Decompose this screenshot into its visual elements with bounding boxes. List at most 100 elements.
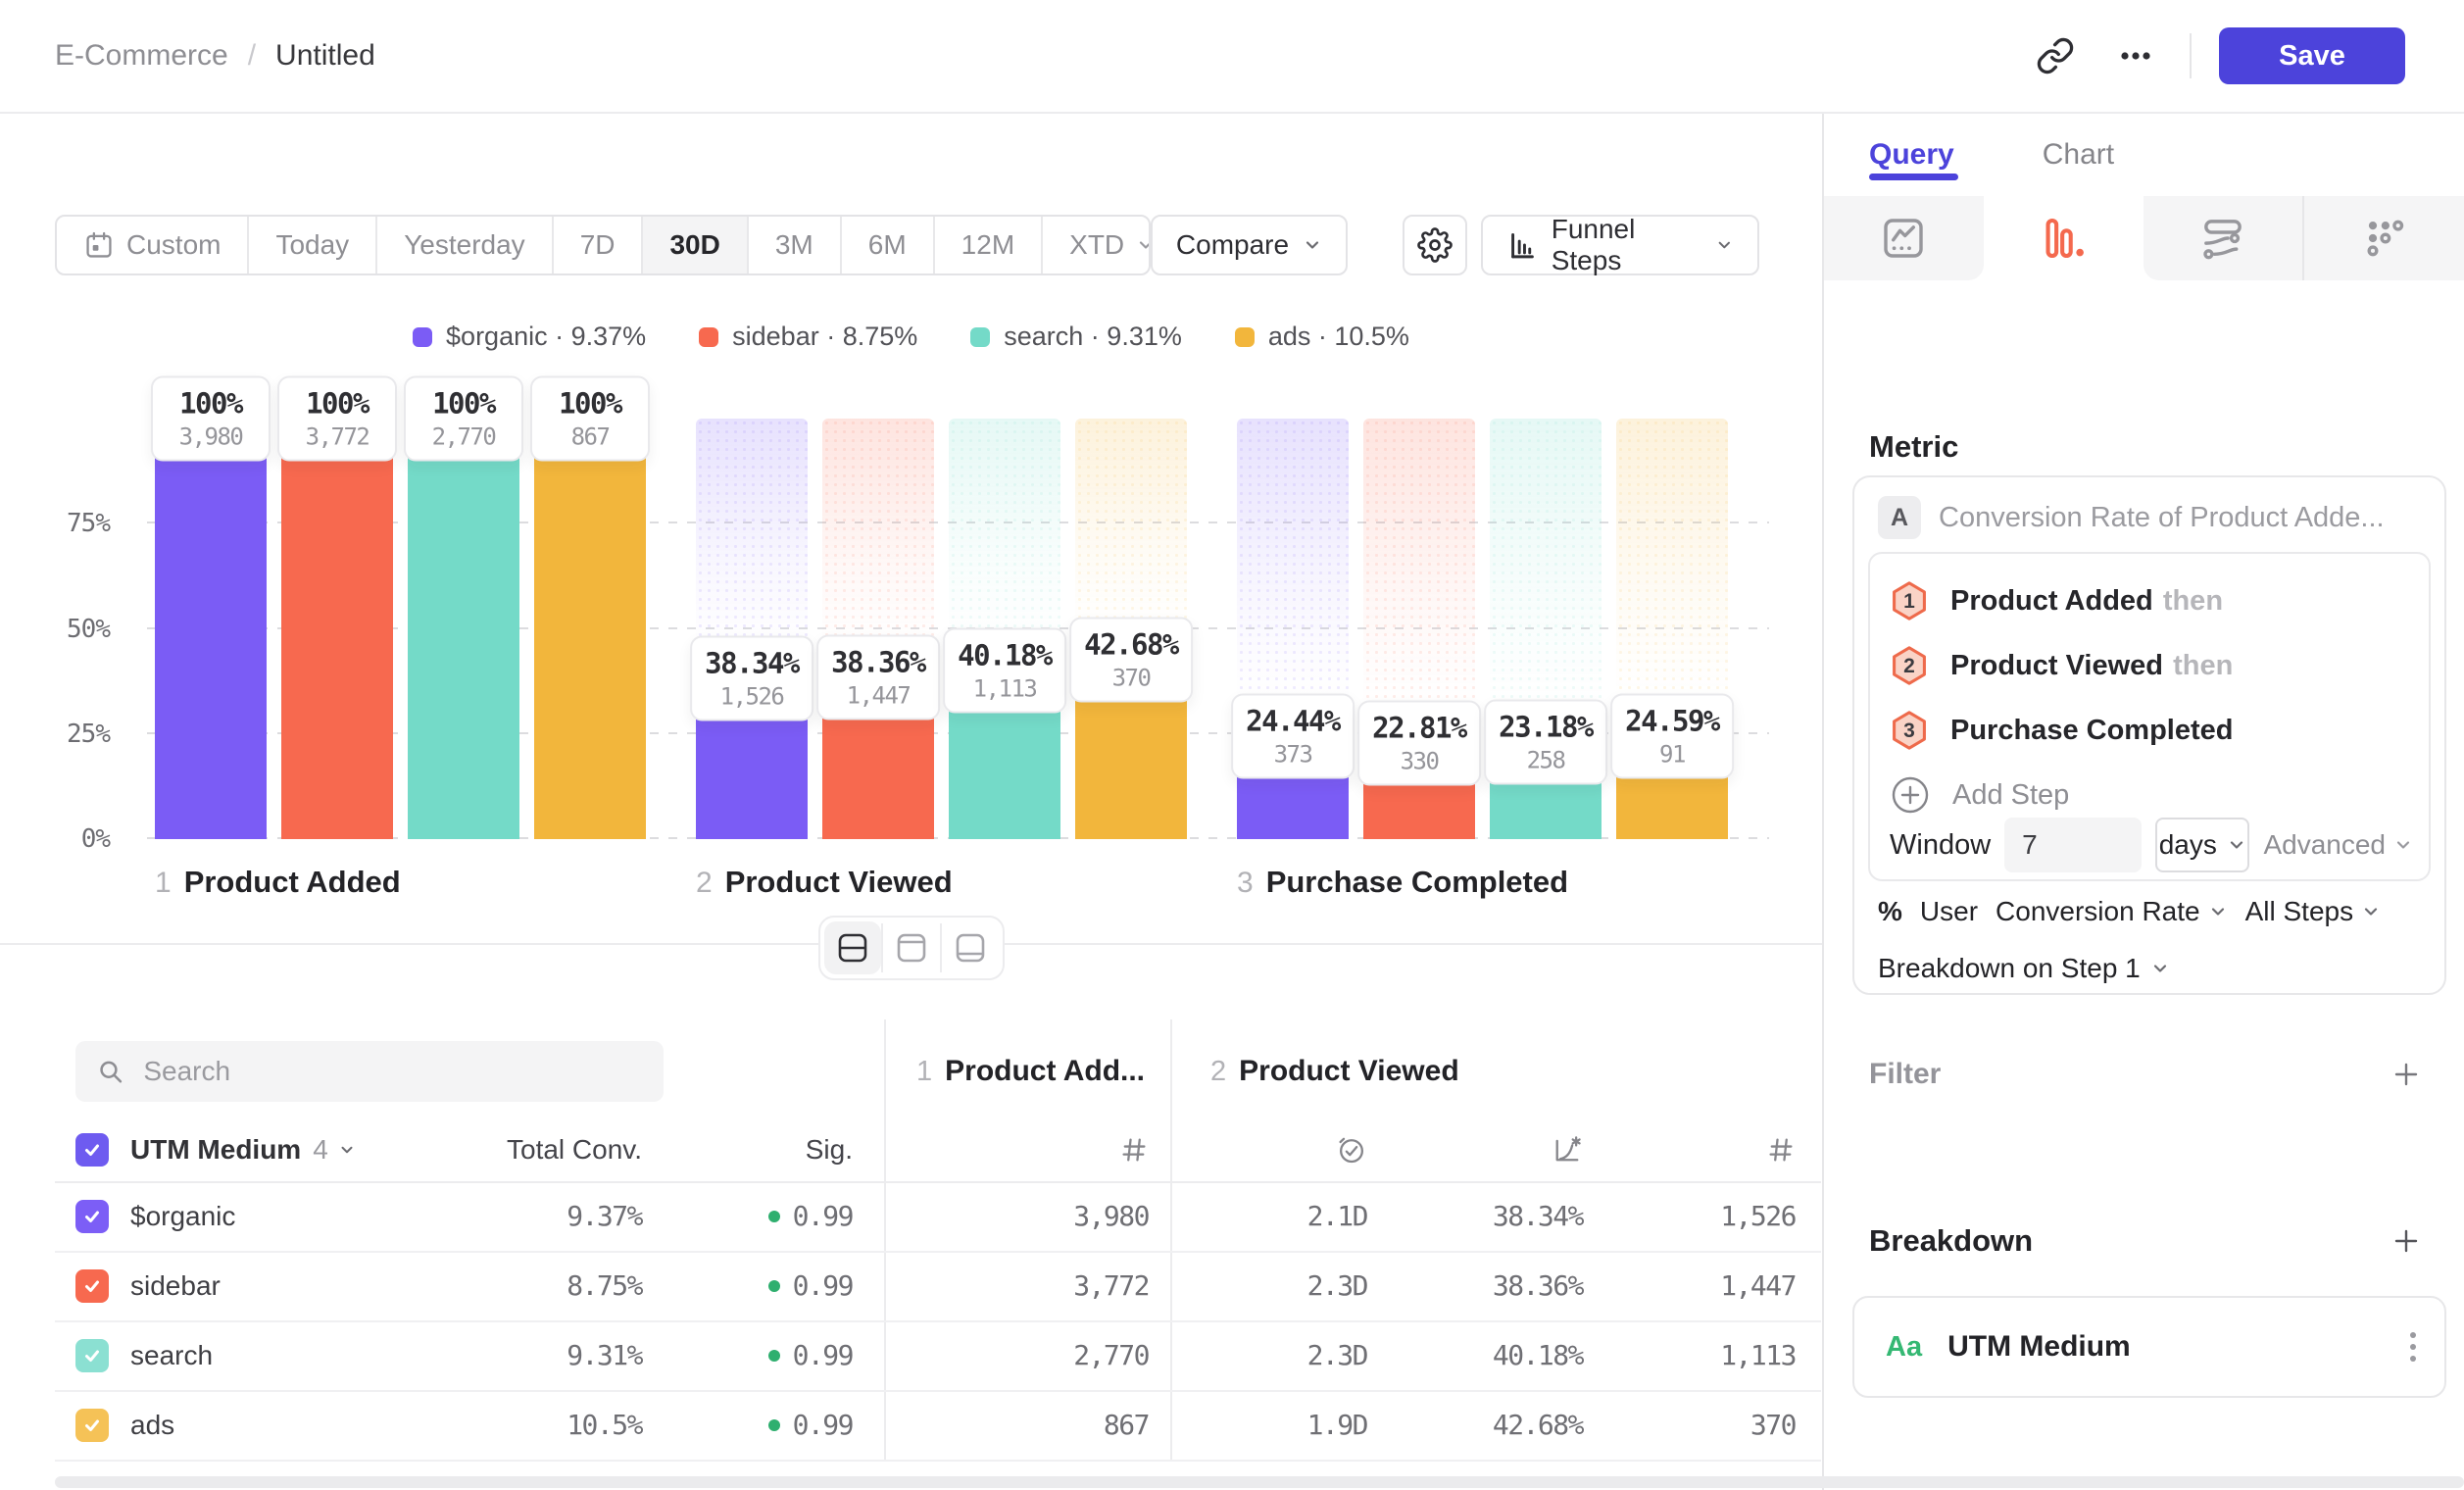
- value-label: 22.81%330: [1357, 701, 1481, 786]
- measure-entity[interactable]: User: [1920, 896, 1978, 927]
- legend-item-search[interactable]: search · 9.31%: [970, 322, 1182, 352]
- table-row-search: search9.31%0.992,7702.3D40.18%1,113: [55, 1320, 1821, 1392]
- funnel-icon: [2040, 215, 2087, 262]
- chevron-down-icon: [2150, 959, 2170, 978]
- total-conv-value: 9.31%: [505, 1339, 642, 1371]
- bar-organic-step1[interactable]: [155, 419, 267, 839]
- window-value-input[interactable]: [2004, 818, 2142, 872]
- row-label-cell: ads: [55, 1409, 505, 1442]
- conv-rate-column-header[interactable]: [1367, 1134, 1583, 1166]
- breakdown-table: 1 Product Add... 2 Product Viewed UTM Me…: [55, 1019, 1821, 1460]
- breakdown-item[interactable]: Aa UTM Medium: [1852, 1296, 2446, 1398]
- search-icon: [97, 1057, 123, 1086]
- layout-chart-button[interactable]: [883, 921, 940, 974]
- breadcrumb-project[interactable]: E-Commerce: [55, 39, 228, 73]
- measure-type-selector[interactable]: Conversion Rate: [1996, 896, 2228, 927]
- measure-row: % User Conversion Rate All Steps: [1878, 890, 2421, 933]
- legend-item-sidebar[interactable]: sidebar · 8.75%: [699, 322, 917, 352]
- chart-type-retention[interactable]: [2302, 196, 2464, 280]
- step-name: Product Added: [184, 865, 401, 900]
- report-title[interactable]: Untitled: [275, 39, 375, 73]
- query-step-2[interactable]: 2Product Viewed then: [1890, 634, 2409, 697]
- funnel-step-group-1: 100%3,980100%3,772100%2,770100%867: [155, 419, 646, 839]
- layout-table-button[interactable]: [942, 921, 999, 974]
- bar-slot: 22.81%330: [1363, 419, 1475, 839]
- chart-type-funnel[interactable]: [1984, 196, 2144, 280]
- range-7d[interactable]: 7D: [554, 217, 644, 273]
- step-label-1: 1Product Added: [155, 865, 401, 900]
- query-step-1[interactable]: 1Product Added then: [1890, 570, 2409, 632]
- bar-ads-step1[interactable]: [534, 419, 646, 839]
- range-today[interactable]: Today: [249, 217, 377, 273]
- range-6m[interactable]: 6M: [842, 217, 935, 273]
- range-30d[interactable]: 30D: [643, 217, 748, 273]
- step2-count: 1,526: [1583, 1200, 1796, 1232]
- layout-toggle-group: [818, 916, 1005, 980]
- row-checkbox[interactable]: [75, 1409, 109, 1442]
- step-name: Product Viewed: [1239, 1055, 1459, 1088]
- advanced-label: Advanced: [2263, 829, 2386, 861]
- value-label: 42.68%370: [1069, 618, 1193, 703]
- add-filter-icon[interactable]: [2391, 1060, 2421, 1089]
- avg-time-icon: [1336, 1134, 1367, 1166]
- chart-type-insights[interactable]: [1824, 196, 1984, 280]
- query-step-3[interactable]: 3Purchase Completed: [1890, 699, 2409, 762]
- range-12m[interactable]: 12M: [935, 217, 1043, 273]
- compare-button[interactable]: Compare: [1151, 215, 1348, 275]
- sig-header[interactable]: Sig.: [642, 1134, 853, 1166]
- step-name: Purchase Completed: [1266, 865, 1568, 900]
- legend-item-organic[interactable]: $organic · 9.37%: [413, 322, 646, 352]
- share-link-button[interactable]: [2029, 29, 2082, 82]
- breakdown-heading: Breakdown: [1869, 1223, 2033, 1259]
- save-button[interactable]: Save: [2219, 27, 2405, 84]
- range-yesterday[interactable]: Yesterday: [377, 217, 554, 273]
- metric-header[interactable]: A Conversion Rate of Product Adde...: [1878, 495, 2421, 540]
- conversion-pct: 100%: [166, 387, 256, 421]
- tab-query[interactable]: Query: [1869, 114, 1954, 196]
- tab-chart[interactable]: Chart: [2043, 114, 2114, 196]
- link-icon: [2036, 36, 2075, 75]
- funnel-steps-icon: [1506, 228, 1538, 262]
- bar-slot: 23.18%258: [1490, 419, 1602, 839]
- advanced-toggle[interactable]: Advanced: [2263, 829, 2413, 861]
- topbar-actions: Save: [2029, 0, 2405, 112]
- total-conv-header[interactable]: Total Conv.: [505, 1134, 642, 1166]
- row-checkbox[interactable]: [75, 1339, 109, 1372]
- ghost-bar-search: [1490, 419, 1602, 742]
- chart-settings-button[interactable]: [1403, 215, 1467, 275]
- group-by-label[interactable]: UTM Medium: [130, 1134, 301, 1166]
- breadcrumb-separator: /: [248, 39, 256, 73]
- select-all-checkbox[interactable]: [75, 1133, 109, 1167]
- kebab-menu-icon[interactable]: [2407, 1327, 2419, 1366]
- window-unit-selector[interactable]: days: [2155, 818, 2249, 872]
- breakdown-on-selector[interactable]: Breakdown on Step 1: [1878, 947, 2170, 990]
- range-custom[interactable]: Custom: [57, 217, 249, 273]
- bar-slot: 100%3,980: [155, 419, 267, 839]
- sig-cell: 0.99: [642, 1200, 853, 1232]
- chart-toolbar: CustomTodayYesterday7D30D3M6M12MXTD Comp…: [55, 215, 1759, 275]
- user-count: 258: [1499, 747, 1593, 774]
- range-3m[interactable]: 3M: [749, 217, 842, 273]
- layout-split-button[interactable]: [824, 921, 881, 974]
- horizontal-scrollbar[interactable]: [55, 1476, 2464, 1488]
- range-xtd[interactable]: XTD: [1043, 217, 1151, 273]
- chart-type-flow[interactable]: [2144, 196, 2303, 280]
- bar-search-step1[interactable]: [408, 419, 519, 839]
- legend-label: $organic · 9.37%: [446, 322, 646, 352]
- avg-time-value: 2.3D: [1170, 1269, 1367, 1302]
- row-checkbox[interactable]: [75, 1200, 109, 1233]
- more-actions-button[interactable]: [2109, 29, 2162, 82]
- bar-sidebar-step1[interactable]: [281, 419, 393, 839]
- conversion-pct: 100%: [419, 387, 509, 421]
- avg-time-column-header[interactable]: [1170, 1134, 1367, 1166]
- search-input[interactable]: [141, 1055, 642, 1088]
- add-breakdown-icon[interactable]: [2391, 1226, 2421, 1256]
- row-checkbox[interactable]: [75, 1269, 109, 1303]
- measure-scope-selector[interactable]: All Steps: [2245, 896, 2382, 927]
- count-column-header[interactable]: [884, 1135, 1170, 1165]
- user-count: 91: [1625, 741, 1719, 769]
- chevron-down-icon[interactable]: [338, 1141, 356, 1159]
- chart-view-selector[interactable]: Funnel Steps: [1481, 215, 1759, 275]
- count-column-header[interactable]: [1583, 1135, 1796, 1165]
- legend-item-ads[interactable]: ads · 10.5%: [1235, 322, 1409, 352]
